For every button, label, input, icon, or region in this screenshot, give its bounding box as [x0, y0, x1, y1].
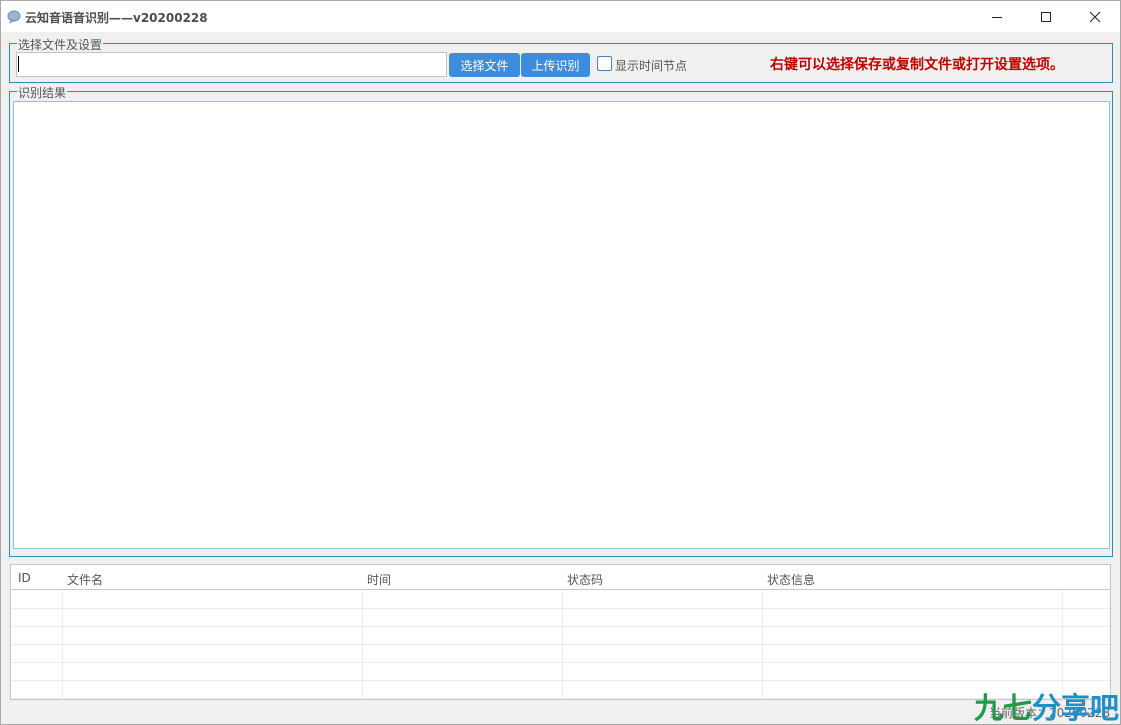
table-row[interactable] — [11, 681, 1110, 699]
settings-group-legend: 选择文件及设置 — [17, 36, 104, 53]
window-title: 云知音语音识别——v20200228 — [25, 11, 208, 25]
svg-text:享: 享 — [1061, 691, 1090, 723]
result-group-legend: 识别结果 — [17, 84, 68, 101]
svg-text:吧: 吧 — [1090, 691, 1119, 723]
column-header-time[interactable]: 时间 — [367, 571, 391, 588]
file-path-input[interactable] — [16, 52, 447, 77]
settings-group: 选择文件及设置 选择文件 上传识别 显示时间节点 右键可以选择保存或复制文件或打… — [9, 36, 1113, 83]
close-button[interactable] — [1072, 1, 1118, 32]
column-header-status-message[interactable]: 状态信息 — [767, 571, 815, 588]
minimize-icon — [992, 16, 1002, 18]
text-caret — [18, 56, 19, 72]
column-header-filename[interactable]: 文件名 — [67, 571, 103, 588]
table-row[interactable] — [11, 591, 1110, 609]
svg-text:九: 九 — [974, 691, 1003, 723]
svg-text:七: 七 — [1003, 691, 1032, 723]
column-header-status-code[interactable]: 状态码 — [567, 571, 603, 588]
table-row[interactable] — [11, 645, 1110, 663]
svg-text:分: 分 — [1032, 691, 1061, 723]
result-textarea[interactable] — [13, 101, 1110, 549]
table-row[interactable] — [11, 663, 1110, 681]
upload-recognize-button[interactable]: 上传识别 — [521, 53, 590, 77]
column-divider — [362, 590, 363, 700]
show-timestamps-checkbox[interactable] — [597, 56, 612, 71]
watermark-logo-icon: 九 七 分 享 吧 — [974, 691, 1119, 723]
title-bar[interactable]: 云知音语音识别——v20200228 — [1, 1, 1120, 32]
task-table[interactable]: ID 文件名 时间 状态码 状态信息 — [10, 564, 1111, 700]
table-header: ID 文件名 时间 状态码 状态信息 — [11, 565, 1110, 590]
table-row[interactable] — [11, 627, 1110, 645]
show-timestamps-label[interactable]: 显示时间节点 — [615, 57, 687, 74]
column-divider — [1062, 590, 1063, 700]
result-group: 识别结果 — [9, 84, 1113, 557]
maximize-button[interactable] — [1023, 1, 1069, 32]
table-row[interactable] — [11, 609, 1110, 627]
close-icon — [1089, 11, 1101, 22]
column-divider — [762, 590, 763, 700]
column-divider — [562, 590, 563, 700]
choose-file-button[interactable]: 选择文件 — [449, 53, 520, 77]
minimize-button[interactable] — [974, 1, 1020, 32]
right-click-hint: 右键可以选择保存或复制文件或打开设置选项。 — [770, 57, 1064, 73]
column-header-id[interactable]: ID — [18, 571, 31, 585]
maximize-icon — [1041, 11, 1051, 22]
bubble-icon — [7, 10, 21, 24]
column-divider — [62, 590, 63, 700]
app-window: 云知音语音识别——v20200228 选择文件及设置 选择文件 上传识别 显示时… — [0, 0, 1121, 725]
